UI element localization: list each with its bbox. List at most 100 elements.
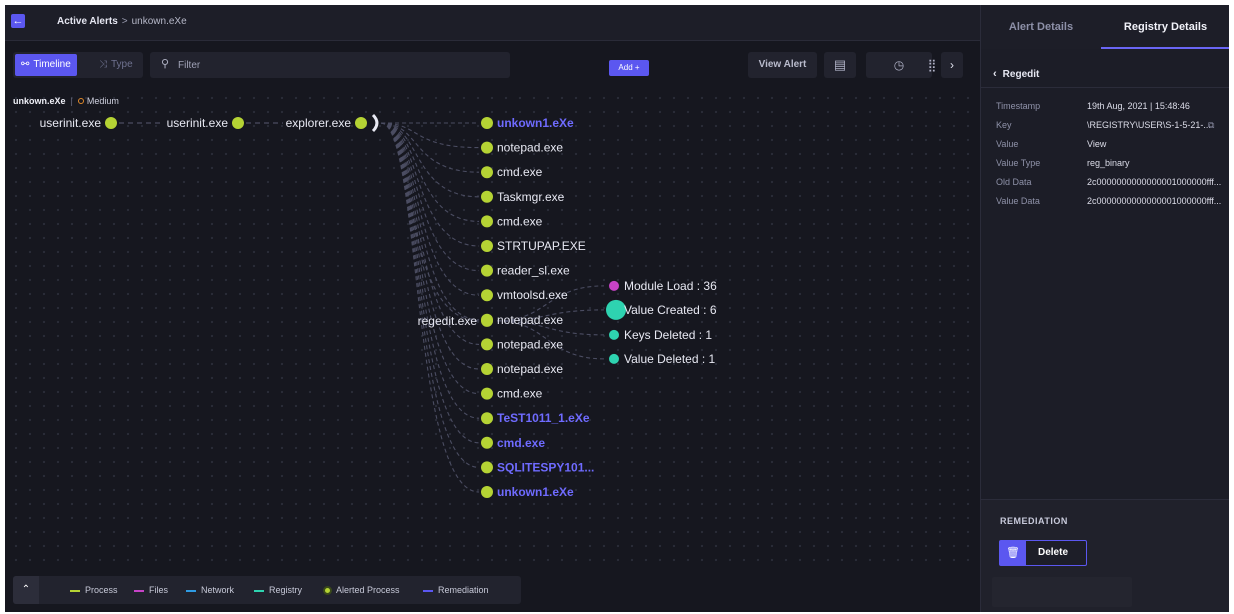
child-node-label: notepad.exe bbox=[497, 337, 563, 351]
graph-canvas: userinit.exe userinit.exe explorer.exe unko… bbox=[40, 113, 717, 499]
child-node-label: unkown1.eXe bbox=[497, 116, 574, 130]
child-node[interactable] bbox=[481, 363, 493, 375]
add-filter-button[interactable]: Add + bbox=[609, 60, 649, 76]
copy-icon[interactable]: ⧉ bbox=[1208, 120, 1214, 131]
legend-process-label: Process bbox=[85, 585, 118, 595]
child-node[interactable] bbox=[481, 338, 493, 351]
child-node[interactable] bbox=[481, 166, 493, 179]
details-panel: Alert Details Registry Details ‹ Regedit … bbox=[980, 5, 1229, 612]
plus-icon: + bbox=[634, 63, 640, 72]
app-window: ← Active Alerts > unkown.eXe ⚯ Timeline ⤨ Ty… bbox=[5, 5, 1229, 612]
child-node-label: notepad.exe bbox=[497, 313, 563, 327]
legend-registry: Registry bbox=[254, 585, 302, 595]
remediation-section: REMEDIATION 🗑 Delete bbox=[981, 499, 1229, 612]
child-edge bbox=[380, 122, 480, 395]
child-node-label: cmd.exe bbox=[497, 214, 543, 228]
chain-node-label: userinit.exe bbox=[167, 116, 229, 130]
event-node[interactable] bbox=[606, 299, 626, 320]
legend-remediation: Remediation bbox=[423, 585, 489, 595]
comment-button[interactable]: ▤ bbox=[824, 52, 856, 78]
add-label: Add bbox=[618, 63, 633, 72]
view-toggle: ⚯ Timeline ⤨ Type bbox=[13, 52, 143, 78]
alerted-dot-icon bbox=[323, 586, 332, 596]
legend: ⌃ Process Files Network Registry Alerted… bbox=[13, 576, 521, 604]
detail-row-timestamp: Timestamp 19th Aug, 2021 | 15:48:46 bbox=[996, 101, 1228, 120]
expand-panel-button[interactable]: › bbox=[941, 52, 963, 78]
detail-row-value-type: Value Type reg_binary bbox=[996, 158, 1228, 177]
detail-key: Value bbox=[996, 139, 1019, 149]
detail-value: View bbox=[1087, 139, 1107, 149]
event-node[interactable] bbox=[609, 353, 619, 364]
detail-row-old-data: Old Data 2c0000000000000001000000fff... bbox=[996, 177, 1228, 196]
child-node[interactable] bbox=[481, 289, 493, 302]
regedit-back-link[interactable]: ‹ Regedit bbox=[993, 68, 1039, 80]
columns-button[interactable]: ⣿ bbox=[899, 52, 937, 78]
shuffle-icon: ⤨ bbox=[99, 59, 107, 70]
event-node[interactable] bbox=[609, 280, 619, 291]
event-node-label: Keys Deleted : 1 bbox=[624, 328, 712, 342]
regedit-node[interactable] bbox=[481, 314, 493, 327]
chain-node[interactable] bbox=[355, 117, 367, 129]
legend-process: Process bbox=[70, 585, 118, 595]
delete-label: Delete bbox=[1038, 547, 1069, 558]
view-alert-button[interactable]: View Alert bbox=[748, 52, 817, 78]
child-node[interactable] bbox=[481, 436, 493, 449]
child-node[interactable] bbox=[481, 117, 493, 129]
child-node[interactable] bbox=[481, 412, 493, 425]
chain-node[interactable] bbox=[232, 117, 244, 129]
search-icon: ⚲ bbox=[161, 58, 170, 70]
comment-icon: ▤ bbox=[833, 57, 847, 72]
process-graph: unkown.eXe | Medium userinit.exe userinit.e… bbox=[9, 91, 974, 569]
breadcrumb-current: unkown.eXe bbox=[131, 16, 187, 27]
back-arrow-button[interactable]: ← bbox=[11, 14, 25, 28]
breadcrumb: Active Alerts > unkown.eXe bbox=[57, 16, 187, 27]
child-node[interactable] bbox=[481, 461, 493, 474]
child-node[interactable] bbox=[481, 387, 493, 400]
type-label: Type bbox=[111, 59, 133, 70]
detail-row-value: Value View bbox=[996, 139, 1228, 158]
detail-value: reg_binary bbox=[1087, 158, 1130, 168]
child-node[interactable] bbox=[481, 264, 493, 277]
legend-registry-label: Registry bbox=[269, 585, 303, 595]
chevron-up-icon: ⌃ bbox=[21, 584, 31, 595]
child-node[interactable] bbox=[481, 190, 493, 203]
legend-network-label: Network bbox=[201, 585, 235, 595]
event-node-label: Module Load : 36 bbox=[624, 279, 717, 293]
type-tab[interactable]: ⤨ Type bbox=[93, 54, 139, 76]
detail-value: 19th Aug, 2021 | 15:48:46 bbox=[1087, 101, 1190, 111]
process-line-icon bbox=[70, 589, 80, 592]
tab-alert-details[interactable]: Alert Details bbox=[981, 5, 1101, 49]
breadcrumb-active-alerts[interactable]: Active Alerts bbox=[57, 16, 118, 27]
timeline-tab[interactable]: ⚯ Timeline bbox=[15, 54, 77, 76]
legend-network: Network bbox=[186, 585, 234, 595]
legend-collapse-button[interactable]: ⌃ bbox=[13, 576, 39, 604]
child-edge bbox=[380, 122, 480, 296]
legend-alerted: Alerted Process bbox=[323, 585, 400, 596]
filter-input[interactable] bbox=[178, 56, 458, 74]
child-node[interactable] bbox=[481, 486, 493, 498]
clock-button[interactable]: ◷ bbox=[866, 52, 904, 78]
event-node[interactable] bbox=[609, 329, 619, 340]
child-edge bbox=[380, 122, 480, 198]
detail-key: Timestamp bbox=[996, 101, 1041, 111]
child-node-label: cmd.exe bbox=[497, 436, 545, 450]
child-node[interactable] bbox=[481, 141, 493, 154]
child-node-label: vmtoolsd.exe bbox=[497, 288, 568, 302]
network-line-icon bbox=[186, 589, 196, 592]
child-node[interactable] bbox=[481, 240, 493, 252]
legend-files: Files bbox=[134, 585, 168, 595]
tab-registry-details[interactable]: Registry Details bbox=[1101, 5, 1229, 49]
detail-key: Value Data bbox=[996, 196, 1040, 206]
child-node-label: TeST1011_1.eXe bbox=[497, 411, 590, 425]
regedit-node-label: regedit.exe bbox=[418, 314, 478, 328]
delete-button[interactable]: 🗑 Delete bbox=[999, 540, 1087, 566]
trash-icon: 🗑 bbox=[1000, 541, 1026, 565]
child-node-label: unkown1.eXe bbox=[497, 485, 574, 499]
child-node[interactable] bbox=[481, 215, 493, 228]
detail-key: Value Type bbox=[996, 158, 1041, 168]
detail-key: Key bbox=[996, 120, 1012, 130]
child-node-label: notepad.exe bbox=[497, 141, 563, 155]
chain-node[interactable] bbox=[105, 117, 117, 129]
detail-value: \REGISTRY\USER\S-1-5-21-... bbox=[1087, 120, 1211, 130]
legend-files-label: Files bbox=[149, 585, 169, 595]
